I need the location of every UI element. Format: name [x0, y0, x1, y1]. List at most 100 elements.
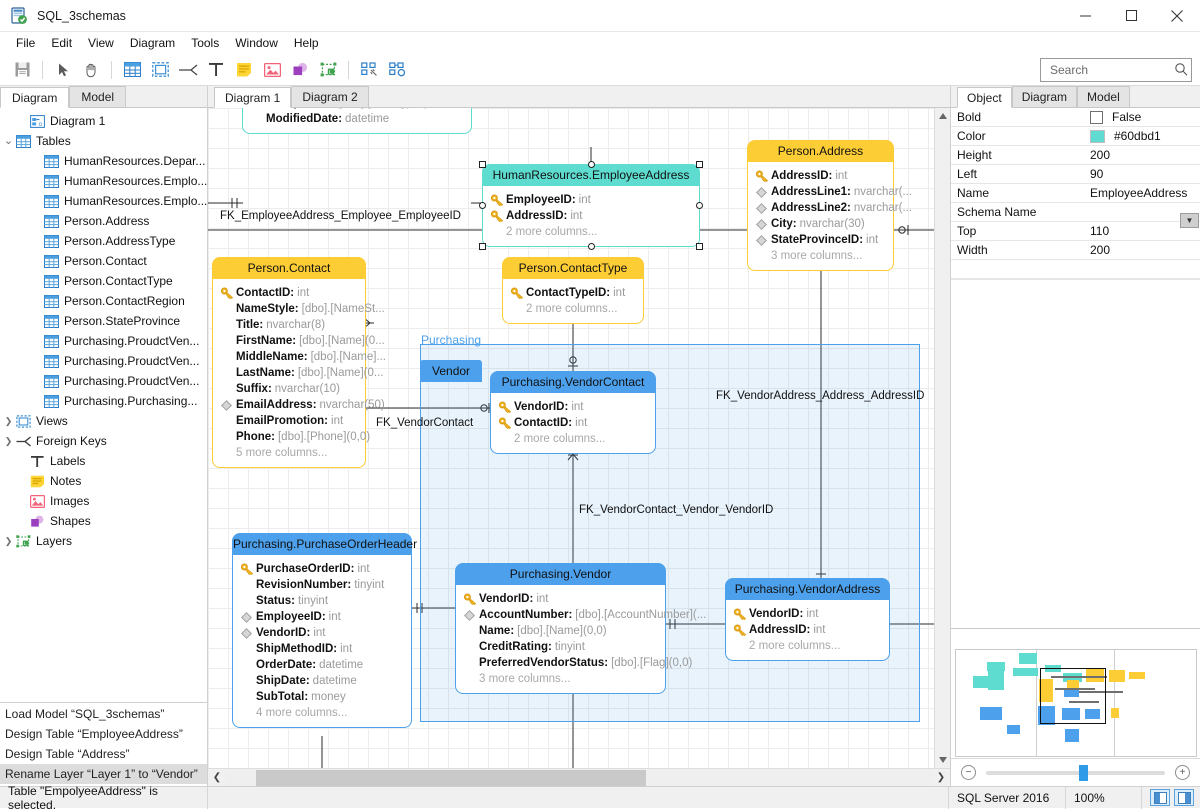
- more-columns-label[interactable]: 4 more columns...: [256, 707, 347, 719]
- table-column[interactable]: StateProvinceID: int: [748, 232, 893, 248]
- chevron-down-icon[interactable]: ⌄: [2, 136, 15, 147]
- selection-handle[interactable]: [587, 161, 595, 168]
- history-item[interactable]: Design Table “Address”: [0, 744, 207, 764]
- scroll-down-arrow[interactable]: [935, 752, 950, 768]
- table-column[interactable]: 2 more columns...: [726, 638, 889, 654]
- scroll-up-arrow[interactable]: [935, 108, 950, 124]
- table-column[interactable]: 3 more columns...: [748, 248, 893, 264]
- table-column[interactable]: PreferredVendorStatus: [dbo].[Flag](0,0): [456, 655, 692, 671]
- table-column[interactable]: NameStyle: [dbo].[NameSt...: [213, 301, 385, 317]
- zoom-slider-thumb[interactable]: [1079, 764, 1089, 781]
- new-image-icon[interactable]: [258, 57, 286, 83]
- tree-item-purchasing-proudctven[interactable]: Purchasing.ProudctVen...: [0, 331, 207, 351]
- property-row[interactable]: Top 110: [951, 222, 1200, 241]
- search-input[interactable]: [1048, 62, 1174, 78]
- table-column[interactable]: 2 more columns...: [483, 224, 699, 240]
- selection-handle[interactable]: [479, 243, 486, 250]
- table-column[interactable]: AddressLine2: nvarchar(...: [748, 200, 912, 216]
- property-value-cell[interactable]: 200: [1087, 243, 1200, 257]
- tab-diagram-properties[interactable]: Diagram: [1011, 86, 1078, 107]
- table-column[interactable]: AccountNumber: [dbo].[AccountNumber](...: [456, 607, 706, 623]
- split-view-right-icon[interactable]: [1174, 789, 1194, 806]
- property-row[interactable]: [951, 260, 1200, 279]
- property-value-cell[interactable]: EmployeeAddress: [1087, 186, 1200, 200]
- table-column[interactable]: EmployeeID: int: [483, 192, 699, 208]
- menu-window[interactable]: Window: [227, 34, 286, 52]
- relationship-label[interactable]: FK_VendorContact: [376, 417, 473, 429]
- tab-diagram-1[interactable]: Diagram 1: [214, 87, 292, 108]
- new-shape-icon[interactable]: [286, 57, 314, 83]
- table-column[interactable]: ShipMethodID: int: [233, 641, 411, 657]
- tree-item-purchasing-proudctven[interactable]: Purchasing.ProudctVen...: [0, 351, 207, 371]
- property-row[interactable]: Schema Name ▼: [951, 203, 1200, 228]
- more-columns-label[interactable]: 3 more columns...: [771, 250, 862, 262]
- search-box[interactable]: [1040, 58, 1192, 82]
- minimap-viewport[interactable]: [1040, 668, 1106, 724]
- canvas-vertical-scrollbar[interactable]: [934, 108, 950, 768]
- menu-edit[interactable]: Edit: [43, 34, 80, 52]
- table-column[interactable]: MiddleName: [dbo].[Name]...: [213, 349, 386, 365]
- tree-item-labels[interactable]: Labels: [0, 451, 207, 471]
- table-column[interactable]: SubTotal: money: [233, 689, 411, 705]
- table-column[interactable]: AddressLine1: nvarchar(...: [748, 184, 912, 200]
- horizontal-scroll-thumb[interactable]: [256, 769, 646, 786]
- selection-handle[interactable]: [696, 161, 703, 168]
- table-column[interactable]: Status: tinyint: [233, 593, 411, 609]
- layer-tab-vendor[interactable]: Vendor: [420, 360, 483, 382]
- menu-diagram[interactable]: Diagram: [122, 34, 183, 52]
- tab-model-explorer[interactable]: Model: [69, 86, 127, 107]
- selection-handle[interactable]: [696, 202, 703, 209]
- menu-file[interactable]: File: [8, 34, 43, 52]
- new-note-icon[interactable]: [230, 57, 258, 83]
- table-humanresources-department[interactable]: HumanResources.DepartmentName:[dbo].[Nam…: [243, 108, 471, 133]
- hand-tool-icon[interactable]: [77, 57, 105, 83]
- tab-object-properties[interactable]: Object: [957, 87, 1012, 108]
- more-columns-label[interactable]: 2 more columns...: [506, 226, 597, 238]
- chevron-right-icon[interactable]: ❯: [2, 536, 15, 547]
- property-value-cell[interactable]: 110: [1087, 224, 1200, 238]
- table-column[interactable]: AddressID: int: [748, 168, 893, 184]
- table-column[interactable]: OrderDate: datetime: [233, 657, 411, 673]
- table-column[interactable]: VendorID: int: [491, 399, 655, 415]
- table-column[interactable]: 2 more columns...: [491, 431, 655, 447]
- more-columns-label[interactable]: 2 more columns...: [514, 433, 605, 445]
- tree-item-person-contact[interactable]: Person.Contact: [0, 251, 207, 271]
- diagram-canvas[interactable]: Purchasing Vendor HumanResources.Departmen…: [208, 108, 934, 768]
- table-column[interactable]: AddressID: int: [726, 622, 889, 638]
- tree-item-humanresources-emplo[interactable]: HumanResources.Emplo...: [0, 191, 207, 211]
- tree-item-humanresources-depar[interactable]: HumanResources.Depar...: [0, 151, 207, 171]
- more-columns-label[interactable]: 2 more columns...: [749, 640, 840, 652]
- table-column[interactable]: VendorID: int: [456, 591, 665, 607]
- tree-item-person-contactregion[interactable]: Person.ContactRegion: [0, 291, 207, 311]
- relationship-label[interactable]: FK_VendorAddress_Address_AddressID: [716, 390, 924, 402]
- scroll-left-arrow[interactable]: ❮: [208, 772, 226, 783]
- table-column[interactable]: ContactTypeID: int: [503, 285, 643, 301]
- menu-help[interactable]: Help: [286, 34, 327, 52]
- new-table-icon[interactable]: [118, 57, 146, 83]
- property-row[interactable]: Bold False: [951, 108, 1200, 127]
- tree-item-humanresources-emplo[interactable]: HumanResources.Emplo...: [0, 171, 207, 191]
- table-column[interactable]: ContactID: int: [491, 415, 655, 431]
- table-column[interactable]: FirstName: [dbo].[Name](0...: [213, 333, 385, 349]
- tree-item-shapes[interactable]: Shapes: [0, 511, 207, 531]
- tree-item-person-address[interactable]: Person.Address: [0, 211, 207, 231]
- pointer-tool-icon[interactable]: [49, 57, 77, 83]
- tree-item-notes[interactable]: Notes: [0, 471, 207, 491]
- table-purchasing-vendor[interactable]: Purchasing.Vendor VendorID: int AccountNumb…: [456, 564, 706, 693]
- tree-item-diagram-1[interactable]: o Diagram 1: [0, 111, 207, 131]
- history-item[interactable]: Design Table “EmployeeAddress”: [0, 724, 207, 744]
- table-column[interactable]: Suffix: nvarchar(10): [213, 381, 365, 397]
- color-swatch[interactable]: [1090, 129, 1105, 143]
- table-column[interactable]: 3 more columns...: [456, 671, 665, 687]
- property-row[interactable]: Left 90: [951, 165, 1200, 184]
- tab-diagram-2[interactable]: Diagram 2: [291, 86, 369, 107]
- tree-item-person-addresstype[interactable]: Person.AddressType: [0, 231, 207, 251]
- table-purchasing-vendoraddress[interactable]: Purchasing.VendorAddress VendorID: int Addr…: [726, 579, 889, 660]
- table-column[interactable]: VendorID: int: [726, 606, 889, 622]
- tree-item-tables[interactable]: ⌄ Tables: [0, 131, 207, 151]
- canvas-horizontal-scrollbar[interactable]: ❮ ❯: [208, 768, 950, 786]
- new-relationship-icon[interactable]: [174, 57, 202, 83]
- auto-layout-icon[interactable]: [355, 57, 383, 83]
- table-column[interactable]: ContactID: int: [213, 285, 365, 301]
- scroll-right-arrow[interactable]: ❯: [932, 772, 950, 783]
